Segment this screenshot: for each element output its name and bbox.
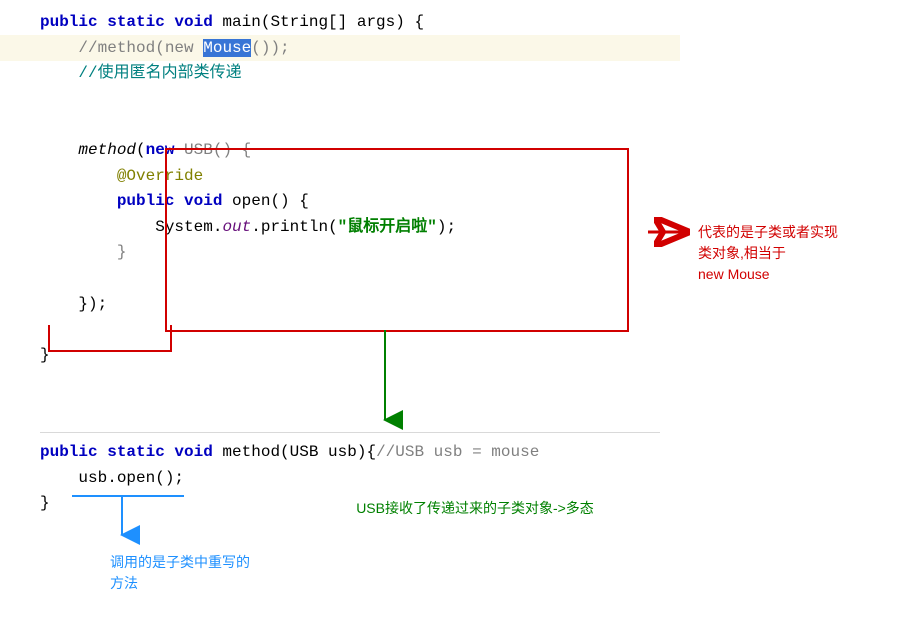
annotation-green: USB接收了传递过来的子类对象->多态 xyxy=(330,498,620,518)
field-out: out xyxy=(222,218,251,236)
code-method-body: usb.open(); xyxy=(40,466,539,492)
code-blank-3 xyxy=(40,266,456,292)
annotation-red-line2: 类对象,相当于 xyxy=(698,243,888,264)
code-line-close-anon: }); xyxy=(40,292,456,318)
code-line-method-call: method(new USB() { xyxy=(40,138,456,164)
brace-close-inner: } xyxy=(117,243,127,261)
code-blank-1 xyxy=(40,87,456,113)
kw-public-static-void: public static void xyxy=(40,13,213,31)
comment-anon-hint: //使用匿名内部类传递 xyxy=(78,64,241,82)
text-paren-open: ( xyxy=(136,141,146,159)
code-blank-2 xyxy=(40,112,456,138)
text-method-sig: method(USB usb){ xyxy=(213,443,376,461)
kw-psv-method: public static void xyxy=(40,443,213,461)
code-line-open-sig: public void open() { xyxy=(40,189,456,215)
selected-mouse: Mouse xyxy=(203,39,251,57)
code-line-close-inner: } xyxy=(40,240,456,266)
code-line-close-brace: } xyxy=(40,343,456,369)
text-println: .println( xyxy=(251,218,337,236)
text-open-sig: open() { xyxy=(222,192,308,210)
comment-pre: //method(new xyxy=(78,39,203,57)
annotation-red-line1: 代表的是子类或者实现 xyxy=(698,222,888,243)
annotation-blue-line1: 调用的是子类中重写的 xyxy=(110,552,290,573)
text-method-italic: method xyxy=(78,141,136,159)
string-mouse-open: "鼠标开启啦" xyxy=(338,218,437,236)
text-usb-anon: USB() { xyxy=(174,141,251,159)
annotation-red: 代表的是子类或者实现 类对象,相当于 new Mouse xyxy=(698,222,888,285)
text-main-sig: main(String[] args) { xyxy=(213,13,424,31)
comment-usb-mouse: //USB usb = mouse xyxy=(376,443,539,461)
text-usb-open: usb.open(); xyxy=(78,469,184,487)
text-println-end: ); xyxy=(437,218,456,236)
code-main: public static void main(String[] args) {… xyxy=(40,10,456,368)
code-line-3: //使用匿名内部类传递 xyxy=(40,61,456,87)
comment-post: ()); xyxy=(251,39,289,57)
annotation-blue: 调用的是子类中重写的 方法 xyxy=(110,552,290,594)
kw-public-void: public void xyxy=(117,192,223,210)
annotation-red-line3: new Mouse xyxy=(698,264,888,285)
code-method-sig: public static void method(USB usb){//USB… xyxy=(40,440,539,466)
blue-underline xyxy=(72,495,184,497)
code-line-override: @Override xyxy=(40,164,456,190)
separator-line xyxy=(40,432,660,433)
code-line-println: System.out.println("鼠标开启啦"); xyxy=(40,215,456,241)
code-line-close-main-body xyxy=(40,317,456,343)
text-system: System. xyxy=(155,218,222,236)
annotation-override: @Override xyxy=(117,167,203,185)
kw-new: new xyxy=(146,141,175,159)
brace-close-method: } xyxy=(40,494,50,512)
brace-close-anon: }); xyxy=(78,295,107,313)
comment-method-mouse: //method(new Mouse()); xyxy=(78,39,289,57)
annotation-blue-line2: 方法 xyxy=(110,573,290,594)
code-line-1: public static void main(String[] args) { xyxy=(40,10,456,36)
code-line-2: //method(new Mouse()); xyxy=(40,36,456,62)
brace-close-main: } xyxy=(40,346,50,364)
